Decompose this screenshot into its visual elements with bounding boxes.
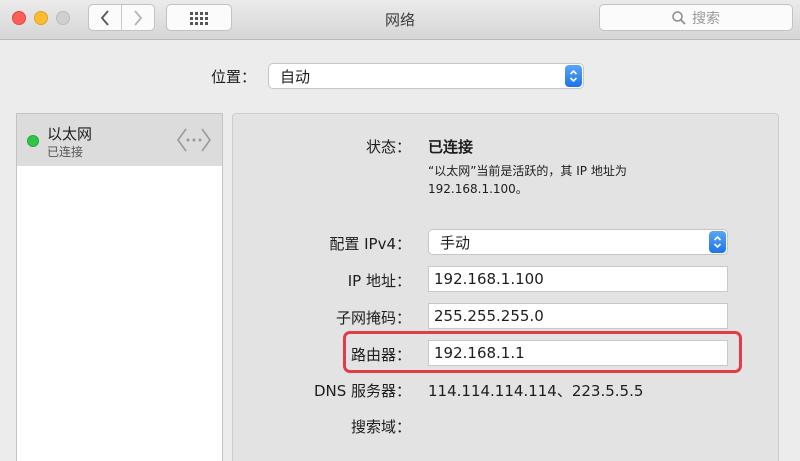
config-ipv4-popup[interactable]: 手动 <box>428 229 728 255</box>
show-all-button[interactable] <box>166 4 232 31</box>
location-label: 位置： <box>211 68 257 86</box>
ip-address-value: 192.168.1.100 <box>434 270 544 288</box>
service-list: 以太网 已连接 <box>16 113 223 461</box>
status-label: 状态： <box>365 138 411 156</box>
status-description-line: “以太网”当前是活跃的，其 IP 地址为 <box>428 164 627 178</box>
connected-status-dot <box>27 135 39 147</box>
service-name: 以太网 <box>47 125 93 143</box>
search-icon <box>672 10 686 25</box>
router-highlight-box <box>343 331 742 373</box>
back-forward-group <box>88 4 155 31</box>
back-button[interactable] <box>89 5 121 30</box>
subnet-mask-label: 子网掩码： <box>335 309 411 327</box>
search-input[interactable]: 搜索 <box>599 4 793 31</box>
service-item-ethernet[interactable]: 以太网 已连接 <box>17 114 222 166</box>
chevron-right-icon <box>134 9 143 26</box>
minimize-window-button[interactable] <box>34 11 48 25</box>
chevron-left-icon <box>100 9 109 26</box>
title-bar: 网络 搜索 <box>0 0 800 40</box>
grid-icon <box>190 11 208 25</box>
config-ipv4-label: 配置 IPv4： <box>329 235 411 253</box>
service-status: 已连接 <box>47 145 84 159</box>
ip-address-label: IP 地址： <box>347 272 411 290</box>
location-popup[interactable]: 自动 <box>268 63 584 89</box>
dns-server-label: DNS 服务器： <box>313 382 411 400</box>
popup-stepper-icon <box>565 65 582 87</box>
config-ipv4-value: 手动 <box>440 233 471 252</box>
ethernet-icon <box>177 128 211 152</box>
popup-stepper-icon <box>709 231 726 253</box>
status-description-line: 192.168.1.100。 <box>428 182 528 196</box>
zoom-window-button[interactable] <box>56 11 70 25</box>
subnet-mask-value: 255.255.255.0 <box>434 307 544 325</box>
search-placeholder: 搜索 <box>692 10 720 27</box>
subnet-mask-field[interactable]: 255.255.255.0 <box>428 303 728 329</box>
search-domain-label: 搜索域： <box>350 418 411 436</box>
status-description: “以太网”当前是活跃的，其 IP 地址为 192.168.1.100。 <box>428 162 688 198</box>
forward-button[interactable] <box>121 5 154 30</box>
ip-address-field[interactable]: 192.168.1.100 <box>428 266 728 292</box>
dns-server-value: 114.114.114.114、223.5.5.5 <box>428 382 644 400</box>
close-window-button[interactable] <box>12 11 26 25</box>
status-value: 已连接 <box>428 138 474 156</box>
location-value: 自动 <box>280 67 311 86</box>
